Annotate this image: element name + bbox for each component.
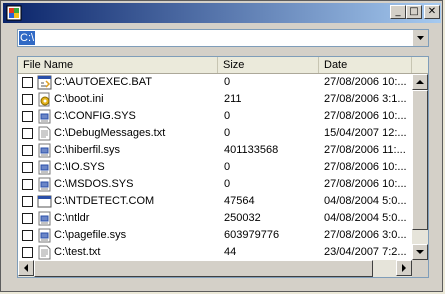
path-combobox[interactable]: C:\	[17, 29, 429, 47]
ini-settings-icon	[38, 92, 50, 107]
system-file-icon	[38, 211, 51, 226]
horizontal-scrollbar[interactable]	[18, 260, 412, 277]
row-checkbox[interactable]	[22, 247, 33, 258]
file-row[interactable]: C:\MSDOS.SYS 0 27/08/2006 10:...	[18, 176, 412, 193]
file-size-cell: 0	[224, 178, 231, 190]
file-size-cell: 0	[224, 76, 231, 88]
file-row[interactable]: C:\NTDETECT.COM 47564 04/08/2004 5:0...	[18, 193, 412, 210]
file-name-cell: C:\DebugMessages.txt	[54, 127, 166, 139]
system-file-icon	[38, 143, 51, 158]
file-date-cell: 23/04/2007 7:2...	[324, 246, 407, 258]
file-row[interactable]: C:\IO.SYS 0 27/08/2006 10:...	[18, 159, 412, 176]
row-checkbox[interactable]	[22, 162, 33, 173]
file-row[interactable]: C:\DebugMessages.txt 0 15/04/2007 12:...	[18, 125, 412, 142]
file-row[interactable]: C:\ntldr 250032 04/08/2004 5:0...	[18, 210, 412, 227]
file-size-cell: 603979776	[224, 229, 280, 241]
column-header-file-name[interactable]: File Name	[18, 57, 218, 73]
file-row[interactable]: C:\CONFIG.SYS 0 27/08/2006 10:...	[18, 108, 412, 125]
file-date-cell: 04/08/2004 5:0...	[324, 195, 407, 207]
row-checkbox[interactable]	[22, 145, 33, 156]
file-date-cell: 27/08/2006 3:1...	[324, 93, 407, 105]
file-size-cell: 0	[224, 127, 231, 139]
system-file-icon	[38, 109, 51, 124]
column-header-size[interactable]: Size	[218, 57, 319, 73]
row-checkbox[interactable]	[22, 128, 33, 139]
file-list-view[interactable]: File Name Size Date C:\AUTOEXEC.BAT 0 27/0…	[17, 56, 429, 278]
combobox-dropdown-button[interactable]	[412, 30, 428, 46]
text-file-icon	[38, 245, 51, 260]
file-name-cell: C:\MSDOS.SYS	[54, 178, 134, 190]
row-checkbox[interactable]	[22, 179, 33, 190]
file-name-cell: C:\test.txt	[54, 246, 101, 258]
file-name-cell: C:\boot.ini	[54, 93, 104, 105]
file-date-cell: 27/08/2006 10:...	[324, 161, 407, 173]
scroll-up-button[interactable]	[412, 74, 428, 90]
file-name-cell: C:\ntldr	[54, 212, 90, 224]
file-row[interactable]: C:\AUTOEXEC.BAT 0 27/08/2006 10:...	[18, 74, 412, 91]
file-name-cell: C:\hiberfil.sys	[54, 144, 121, 156]
close-button[interactable]: ✕	[424, 5, 440, 19]
file-row[interactable]: C:\test.txt 44 23/04/2007 7:2...	[18, 244, 412, 261]
file-size-cell: 401133568	[224, 144, 279, 156]
path-combobox-value[interactable]: C:\	[19, 31, 36, 45]
file-date-cell: 27/08/2006 3:0...	[324, 229, 407, 241]
file-name-cell: C:\pagefile.sys	[54, 229, 127, 241]
file-date-cell: 04/08/2004 5:0...	[324, 212, 407, 224]
file-date-cell: 27/08/2006 10:...	[324, 110, 407, 122]
system-file-icon	[38, 177, 51, 192]
file-date-cell: 27/08/2006 10:...	[324, 178, 407, 190]
row-checkbox[interactable]	[22, 230, 33, 241]
row-checkbox[interactable]	[22, 94, 33, 105]
file-name-cell: C:\CONFIG.SYS	[54, 110, 136, 122]
batch-file-icon	[37, 75, 52, 90]
file-size-cell: 44	[224, 246, 237, 258]
file-row[interactable]: C:\boot.ini 211 27/08/2006 3:1...	[18, 91, 412, 108]
file-row[interactable]: C:\hiberfil.sys 401133568 27/08/2006 11:..…	[18, 142, 412, 159]
file-name-cell: C:\IO.SYS	[54, 161, 105, 173]
text-file-icon	[38, 126, 51, 141]
file-date-cell: 27/08/2006 11:...	[324, 144, 406, 156]
column-header-date[interactable]: Date	[319, 57, 412, 73]
vertical-scroll-thumb[interactable]	[412, 90, 428, 230]
app-window: _ □ ✕ C:\ File Name Size Date C:\AUTOEXE…	[0, 0, 443, 292]
scrollbar-corner	[412, 260, 428, 277]
list-header: File Name Size Date	[18, 57, 428, 74]
arrow-down-icon	[416, 250, 424, 254]
arrow-right-icon	[402, 264, 406, 272]
chevron-down-icon	[417, 36, 424, 40]
file-name-cell: C:\NTDETECT.COM	[54, 195, 155, 207]
row-checkbox[interactable]	[22, 77, 33, 88]
executable-icon	[37, 195, 52, 208]
app-icon	[6, 5, 22, 21]
arrow-up-icon	[416, 80, 424, 84]
file-size-cell: 0	[224, 110, 231, 122]
system-file-icon	[38, 228, 51, 243]
scroll-right-button[interactable]	[396, 260, 412, 276]
file-name-cell: C:\AUTOEXEC.BAT	[54, 76, 153, 88]
system-file-icon	[38, 160, 51, 175]
file-size-cell: 211	[224, 93, 242, 105]
horizontal-scroll-thumb[interactable]	[34, 260, 373, 277]
file-size-cell: 0	[224, 161, 231, 173]
minimize-button[interactable]: _	[390, 5, 406, 19]
title-bar[interactable]: _ □ ✕	[3, 3, 441, 23]
row-checkbox[interactable]	[22, 196, 33, 207]
maximize-button[interactable]: □	[406, 5, 422, 19]
scroll-down-button[interactable]	[412, 244, 428, 260]
scroll-left-button[interactable]	[18, 260, 34, 276]
arrow-left-icon	[24, 264, 28, 272]
vertical-scrollbar[interactable]	[412, 74, 428, 260]
file-row[interactable]: C:\pagefile.sys 603979776 27/08/2006 3:0..…	[18, 227, 412, 244]
file-date-cell: 15/04/2007 12:...	[324, 127, 407, 139]
file-date-cell: 27/08/2006 10:...	[324, 76, 407, 88]
row-checkbox[interactable]	[22, 213, 33, 224]
row-checkbox[interactable]	[22, 111, 33, 122]
file-size-cell: 250032	[224, 212, 261, 224]
file-size-cell: 47564	[224, 195, 255, 207]
